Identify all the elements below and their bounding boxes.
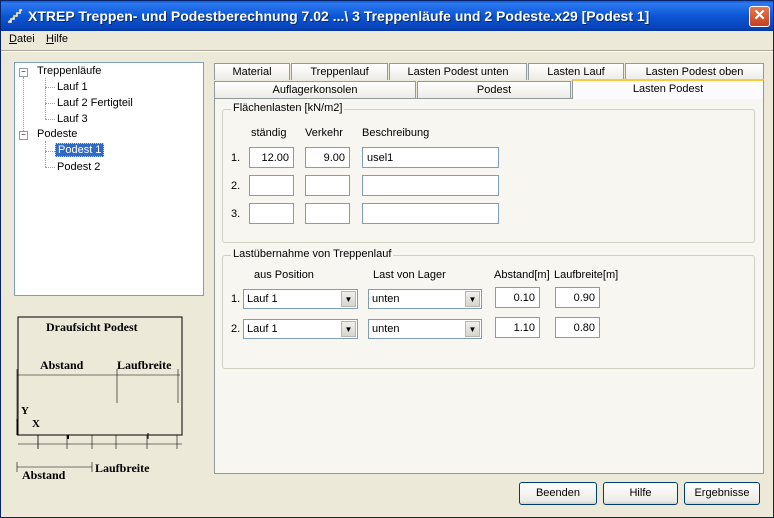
main-window: XTREP Treppen- und Podestberechnung 7.02… — [0, 0, 774, 518]
tree-line — [45, 103, 55, 104]
sketch-axis-y: Y — [21, 405, 29, 417]
tree-line — [45, 119, 55, 120]
row-number: 1. — [231, 293, 241, 305]
menu-hilfe-hotkey: H — [46, 33, 54, 45]
group-lastuebernahme: Lastübernahme von Treppenlauf aus Positi… — [222, 248, 755, 369]
menu-bar: Datei Hilfe — [1, 31, 773, 49]
sketch-label-laufbreite: Laufbreite — [117, 358, 172, 372]
sketch-title: Draufsicht Podest — [46, 320, 138, 334]
tree-item-lauf-1[interactable]: Lauf 1 — [57, 81, 88, 93]
position-select-2[interactable]: Lauf 1 ▼ — [243, 319, 358, 339]
position-select-value: Lauf 1 — [247, 323, 278, 335]
laufbreite-input-1[interactable] — [555, 287, 600, 308]
group-flaechenlasten-title: Flächenlasten [kN/m2] — [231, 102, 345, 114]
sketch-axis-x: X — [32, 418, 40, 430]
podest-sketch: Draufsicht Podest Abstand Laufbreite Y X… — [14, 307, 204, 483]
tree-line — [45, 78, 46, 119]
tab-lasten-lauf[interactable]: Lasten Lauf — [528, 63, 624, 80]
row-number: 2. — [231, 323, 241, 335]
tab-lasten-podest-oben[interactable]: Lasten Podest oben — [625, 63, 764, 80]
col-abstand: Abstand[m] — [494, 269, 550, 281]
tab-panel-lasten-podest: Flächenlasten [kN/m2] ständig Verkehr Be… — [214, 98, 764, 474]
menu-datei-hotkey: D — [9, 33, 17, 45]
tree-line — [45, 167, 55, 168]
ergebnisse-button[interactable]: Ergebnisse — [684, 482, 760, 505]
lager-select-1[interactable]: unten ▼ — [368, 289, 482, 309]
group-flaechenlasten: Flächenlasten [kN/m2] ständig Verkehr Be… — [222, 102, 755, 243]
close-icon: ✕ — [753, 7, 766, 24]
laufbreite-input-2[interactable] — [555, 317, 600, 338]
tree-item-podest-1[interactable]: Podest 1 — [55, 143, 105, 157]
tree-line — [45, 141, 46, 167]
collapse-icon[interactable]: − — [19, 131, 28, 140]
col-aus-position: aus Position — [254, 269, 314, 281]
beschreibung-input-1[interactable] — [362, 147, 499, 168]
dropdown-arrow-icon[interactable]: ▼ — [341, 291, 356, 307]
dropdown-arrow-icon[interactable]: ▼ — [465, 321, 480, 337]
hilfe-button[interactable]: Hilfe — [603, 482, 678, 505]
row-number: 2. — [231, 180, 241, 192]
col-verkehr: Verkehr — [305, 127, 343, 139]
dropdown-arrow-icon[interactable]: ▼ — [465, 291, 480, 307]
row-number: 3. — [231, 208, 241, 220]
sketch-bottom-laufbreite: Laufbreite — [95, 461, 150, 475]
title-bar[interactable]: XTREP Treppen- und Podestberechnung 7.02… — [1, 1, 773, 31]
tree-line — [23, 77, 24, 137]
lager-select-value: unten — [372, 323, 400, 335]
close-button[interactable]: ✕ — [749, 6, 770, 27]
tab-treppenlauf[interactable]: Treppenlauf — [291, 63, 388, 80]
tree-group-treppenlaeufe[interactable]: Treppenläufe — [37, 65, 101, 77]
position-select-value: Lauf 1 — [247, 293, 278, 305]
menu-datei[interactable]: Datei — [9, 33, 35, 45]
tree-item-lauf-2[interactable]: Lauf 2 Fertigteil — [57, 97, 133, 109]
col-last-von-lager: Last von Lager — [373, 269, 446, 281]
menu-separator — [1, 50, 773, 52]
group-lastuebernahme-title: Lastübernahme von Treppenlauf — [231, 248, 394, 260]
tree-group-podeste[interactable]: Podeste — [37, 128, 77, 140]
lager-select-2[interactable]: unten ▼ — [368, 319, 482, 339]
menu-hilfe[interactable]: Hilfe — [46, 33, 68, 45]
col-laufbreite: Laufbreite[m] — [554, 269, 619, 281]
menu-hilfe-rest: ilfe — [53, 33, 69, 45]
tree-item-podest-2[interactable]: Podest 2 — [57, 161, 100, 173]
beschreibung-input-3[interactable] — [362, 203, 499, 224]
navigation-tree[interactable]: − Treppenläufe Lauf 1 Lauf 2 Fertigteil … — [14, 62, 204, 296]
tab-podest[interactable]: Podest — [417, 81, 571, 98]
verkehr-input-3[interactable] — [305, 203, 350, 224]
tab-lasten-podest[interactable]: Lasten Podest — [572, 79, 764, 99]
tree-item-lauf-3[interactable]: Lauf 3 — [57, 113, 88, 125]
menu-datei-rest: atei — [16, 33, 35, 45]
col-beschreibung: Beschreibung — [362, 127, 430, 139]
beenden-button[interactable]: Beenden — [519, 482, 597, 505]
tab-auflagerkonsolen[interactable]: Auflagerkonsolen — [214, 81, 416, 98]
window-title: XTREP Treppen- und Podestberechnung 7.02… — [28, 8, 650, 24]
position-select-1[interactable]: Lauf 1 ▼ — [243, 289, 358, 309]
app-stairs-icon — [7, 9, 23, 23]
verkehr-input-1[interactable] — [305, 147, 350, 168]
col-staendig: ständig — [251, 127, 287, 139]
tab-material[interactable]: Material — [214, 63, 290, 80]
verkehr-input-2[interactable] — [305, 175, 350, 196]
tree-line — [45, 87, 55, 88]
dropdown-arrow-icon[interactable]: ▼ — [341, 321, 356, 337]
row-number: 1. — [231, 152, 241, 164]
tree-line — [45, 151, 55, 152]
beschreibung-input-2[interactable] — [362, 175, 499, 196]
sketch-label-abstand: Abstand — [40, 358, 84, 372]
staendig-input-2[interactable] — [249, 175, 294, 196]
staendig-input-3[interactable] — [249, 203, 294, 224]
abstand-input-2[interactable] — [495, 317, 540, 338]
staendig-input-1[interactable] — [249, 147, 294, 168]
abstand-input-1[interactable] — [495, 287, 540, 308]
sketch-bottom-abstand: Abstand — [22, 468, 66, 482]
tab-lasten-podest-unten[interactable]: Lasten Podest unten — [389, 63, 527, 80]
lager-select-value: unten — [372, 293, 400, 305]
collapse-icon[interactable]: − — [19, 68, 28, 77]
